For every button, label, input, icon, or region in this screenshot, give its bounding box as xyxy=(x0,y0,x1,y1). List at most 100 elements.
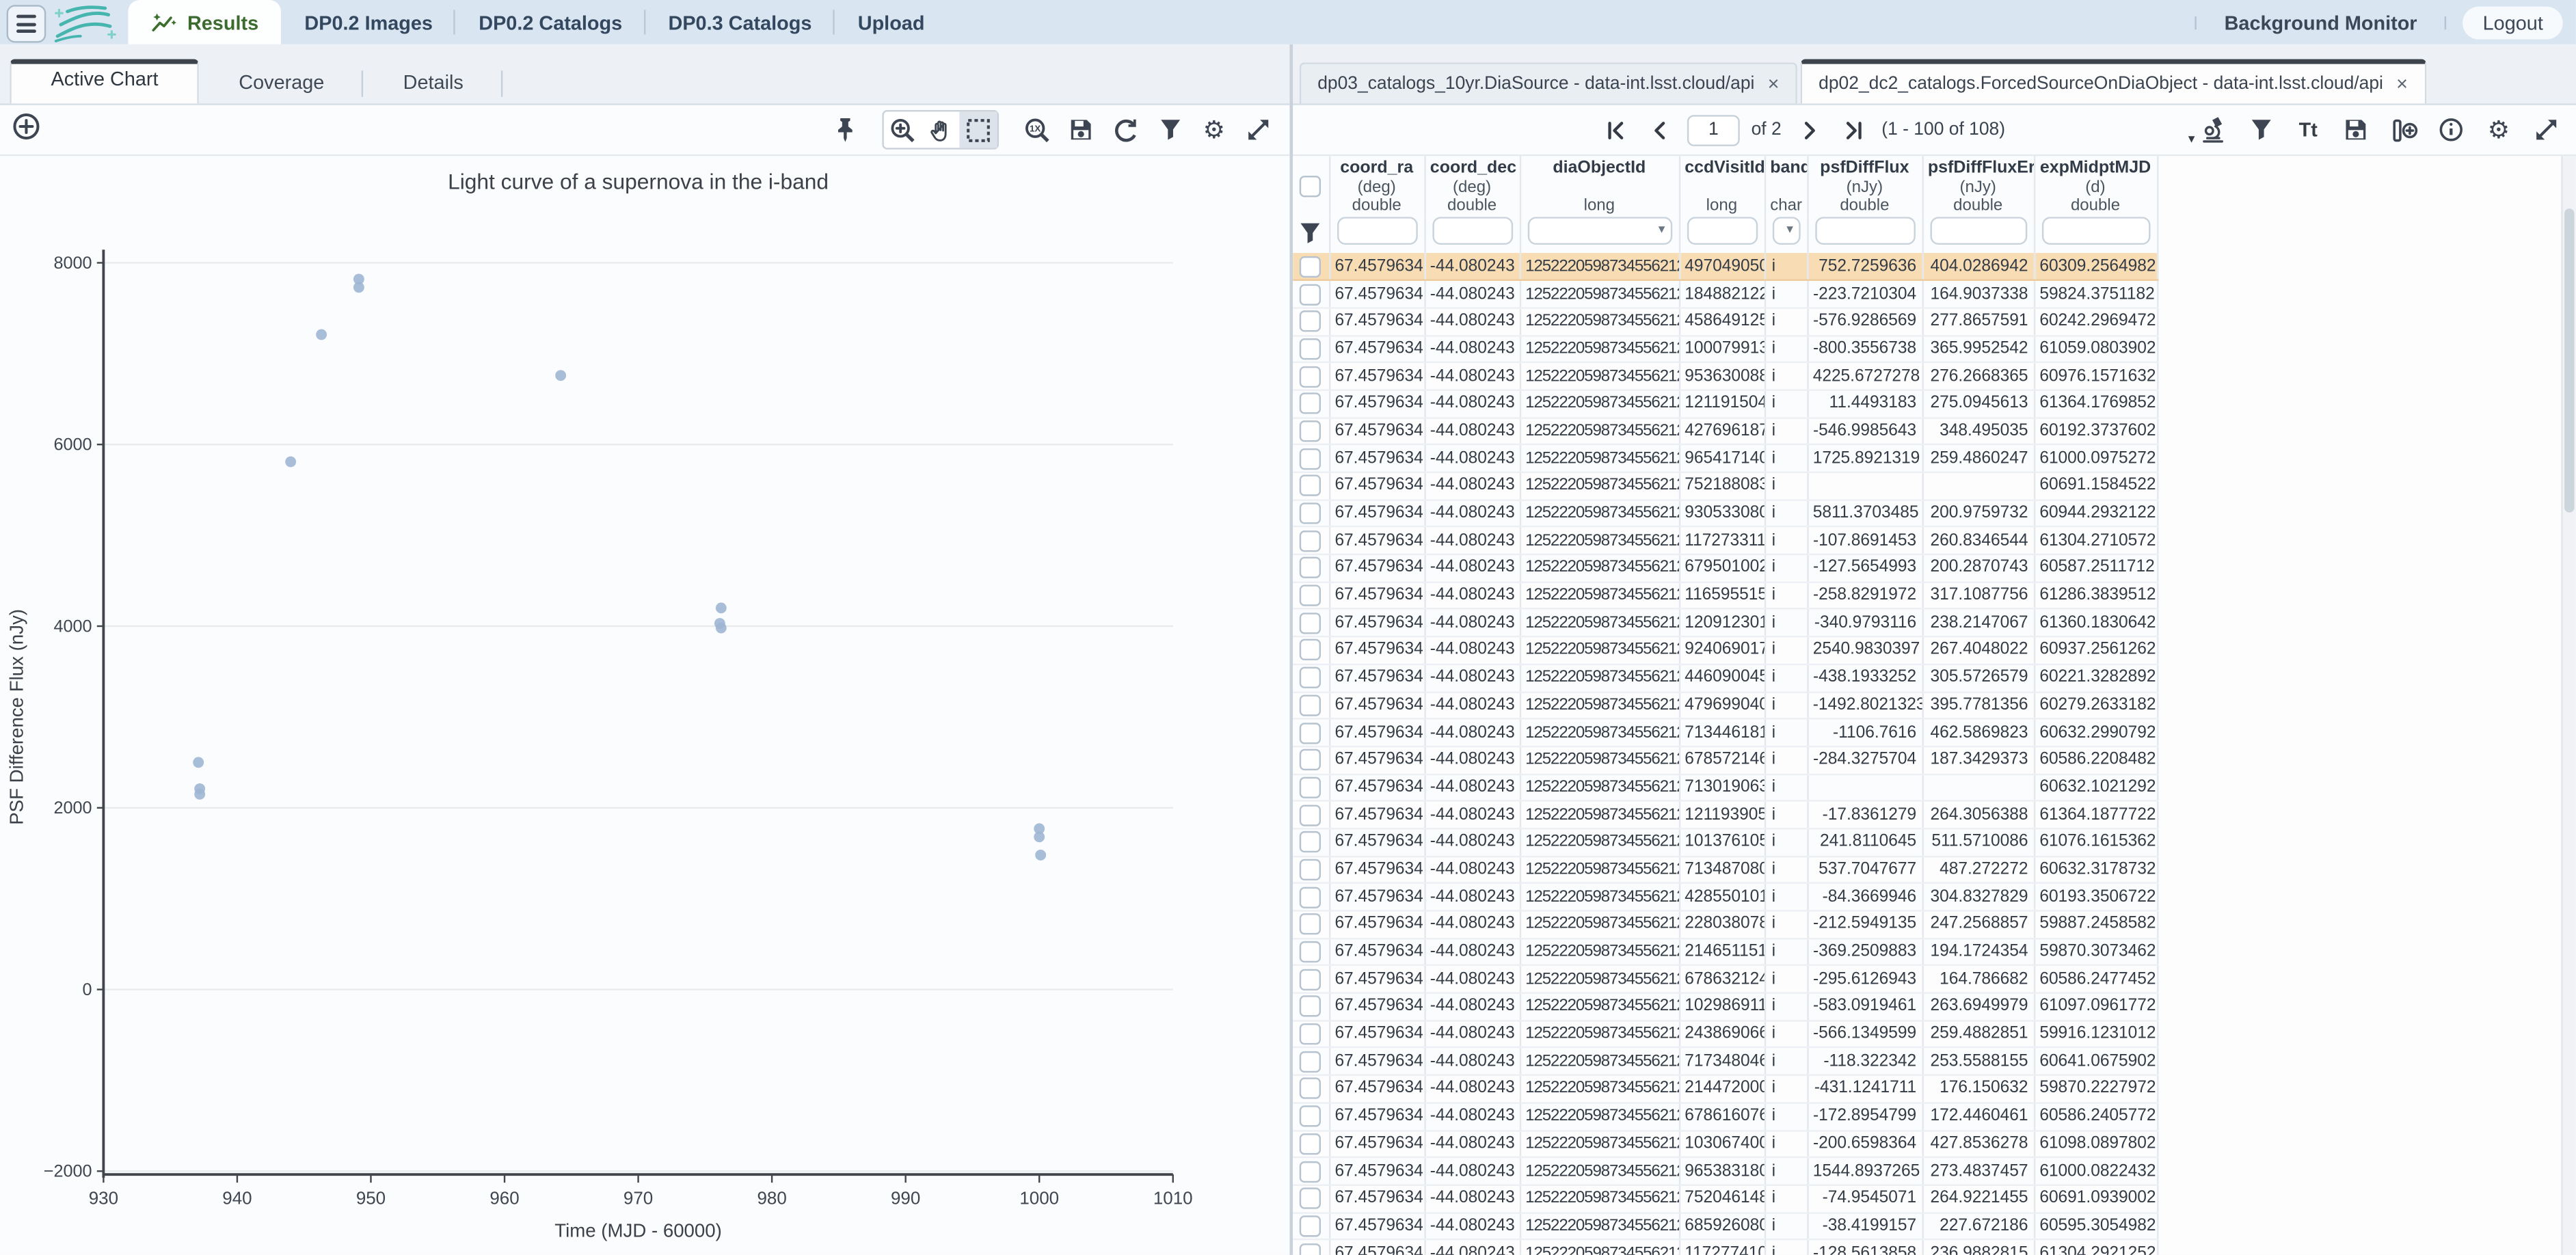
row-checkbox[interactable] xyxy=(1293,1157,1329,1185)
row-checkbox[interactable] xyxy=(1293,1130,1329,1157)
row-checkbox[interactable] xyxy=(1293,418,1329,445)
expand-button[interactable] xyxy=(2530,113,2563,146)
chevron-down-icon[interactable]: ▾ xyxy=(1786,221,1793,237)
nav-tab-dp0-2-catalogs[interactable]: DP0.2 Catalogs xyxy=(456,0,645,44)
add-chart-button[interactable] xyxy=(10,110,42,143)
filter-input-ccdVisitId[interactable] xyxy=(1687,217,1757,245)
scrollbar-thumb[interactable] xyxy=(2564,208,2574,513)
table-row[interactable]: 67.4579634-44.08024312522205987345562121… xyxy=(1293,1240,2157,1255)
filter-input-psfDiffFluxErr[interactable] xyxy=(1929,217,2026,245)
nav-tab-upload[interactable]: Upload xyxy=(835,0,948,44)
row-checkbox[interactable] xyxy=(1293,883,1329,910)
row-checkbox[interactable] xyxy=(1293,828,1329,856)
nav-tab-dp0-2-images[interactable]: DP0.2 Images xyxy=(282,0,456,44)
page-number-input[interactable] xyxy=(1687,114,1740,146)
column-header-coord_ra[interactable]: coord_ra(deg)double xyxy=(1329,156,1424,217)
row-checkbox[interactable] xyxy=(1293,335,1329,362)
row-checkbox[interactable] xyxy=(1293,472,1329,500)
column-header-psfDiffFlux[interactable]: psfDiffFlux(nJy)double xyxy=(1807,156,1922,217)
row-checkbox[interactable] xyxy=(1293,856,1329,883)
data-point[interactable] xyxy=(316,329,327,340)
row-checkbox[interactable] xyxy=(1293,582,1329,609)
table-row[interactable]: 67.4579634-44.08024312522205987345562121… xyxy=(1293,828,2157,856)
zoom-in-button[interactable] xyxy=(884,111,922,148)
column-header-diaObjectId[interactable]: diaObjectId long xyxy=(1520,156,1679,217)
table-row[interactable]: 67.4579634-44.08024312522205987345562127… xyxy=(1293,774,2157,801)
info-button[interactable] xyxy=(2434,113,2467,146)
hamburger-icon[interactable] xyxy=(7,5,46,42)
table-row[interactable]: 67.4579634-44.08024312522205987345562121… xyxy=(1293,280,2157,308)
row-checkbox[interactable] xyxy=(1293,1021,1329,1048)
data-point[interactable] xyxy=(285,457,296,468)
table-row[interactable]: 67.4579634-44.08024312522205987345562121… xyxy=(1293,609,2157,636)
save-button[interactable] xyxy=(1064,113,1097,146)
row-checkbox[interactable] xyxy=(1293,801,1329,828)
table-row[interactable]: 67.4579634-44.08024312522205987345562129… xyxy=(1293,1157,2157,1185)
background-monitor-button[interactable]: Background Monitor xyxy=(2195,11,2446,34)
settings-gear-button[interactable]: ⚙ xyxy=(1198,113,1231,146)
table-row[interactable]: 67.4579634-44.08024312522205987345562124… xyxy=(1293,253,2157,280)
row-checkbox[interactable] xyxy=(1293,692,1329,719)
chevron-down-icon[interactable]: ▾ xyxy=(1659,221,1665,237)
settings-gear-button[interactable]: ⚙ xyxy=(2482,113,2515,146)
filter-input-diaObjectId[interactable]: ▾ xyxy=(1527,217,1672,245)
filter-button[interactable] xyxy=(2244,113,2277,146)
row-checkbox[interactable] xyxy=(1293,527,1329,554)
select-area-button[interactable] xyxy=(959,111,997,148)
row-checkbox[interactable] xyxy=(1293,1213,1329,1240)
table-vertical-scrollbar[interactable] xyxy=(2561,156,2576,1255)
nav-tab-results[interactable]: Results xyxy=(128,0,281,44)
filter-button[interactable] xyxy=(1153,113,1186,146)
row-checkbox[interactable] xyxy=(1293,1075,1329,1103)
table-row[interactable]: 67.4579634-44.08024312522205987345562124… xyxy=(1293,883,2157,910)
row-checkbox[interactable] xyxy=(1293,1103,1329,1130)
column-header-ccdVisitId[interactable]: ccdVisitId long xyxy=(1679,156,1765,217)
tab-coverage[interactable]: Coverage xyxy=(200,64,364,104)
prev-page-button[interactable] xyxy=(1643,113,1676,146)
filter-input-psfDiffFlux[interactable] xyxy=(1814,217,1915,245)
inspect-dropdown-button[interactable]: ▾ xyxy=(2197,113,2229,146)
pin-button[interactable] xyxy=(828,113,861,146)
table-row[interactable]: 67.4579634-44.08024312522205987345562129… xyxy=(1293,445,2157,472)
table-row[interactable]: 67.4579634-44.08024312522205987345562127… xyxy=(1293,1048,2157,1075)
last-page-button[interactable] xyxy=(1837,113,1870,146)
text-view-button[interactable]: Tt xyxy=(2292,113,2324,146)
row-checkbox[interactable] xyxy=(1293,609,1329,636)
row-checkbox[interactable] xyxy=(1293,939,1329,966)
row-checkbox[interactable] xyxy=(1293,554,1329,582)
column-header-expMidptMJD[interactable]: expMidptMJD(d)double xyxy=(2034,156,2157,217)
filter-input-expMidptMJD[interactable] xyxy=(2041,217,2150,245)
table-row[interactable]: 67.4579634-44.08024312522205987345562122… xyxy=(1293,910,2157,938)
table-row[interactable]: 67.4579634-44.08024312522205987345562129… xyxy=(1293,362,2157,390)
table-tab-2[interactable]: dp02_dc2_catalogs.ForcedSourceOnDiaObjec… xyxy=(1801,59,2426,104)
column-header-band[interactable]: band char xyxy=(1765,156,1807,217)
table-row[interactable]: 67.4579634-44.08024312522205987345562126… xyxy=(1293,966,2157,993)
data-point[interactable] xyxy=(193,757,204,768)
row-checkbox[interactable] xyxy=(1293,664,1329,692)
first-page-button[interactable] xyxy=(1598,113,1631,146)
table-row[interactable]: 67.4579634-44.08024312522205987345562122… xyxy=(1293,1075,2157,1103)
row-checkbox[interactable] xyxy=(1293,390,1329,418)
close-icon[interactable]: × xyxy=(1768,66,1780,102)
data-point[interactable] xyxy=(1035,850,1046,861)
data-point[interactable] xyxy=(353,282,364,293)
restore-button[interactable] xyxy=(1109,113,1142,146)
table-row[interactable]: 67.4579634-44.08024312522205987345562121… xyxy=(1293,801,2157,828)
table-row[interactable]: 67.4579634-44.08024312522205987345562124… xyxy=(1293,308,2157,335)
table-tab-1[interactable]: dp03_catalogs_10yr.DiaSource - data-int.… xyxy=(1300,62,1797,103)
table-row[interactable]: 67.4579634-44.08024312522205987345562124… xyxy=(1293,692,2157,719)
row-checkbox[interactable] xyxy=(1293,746,1329,774)
table-row[interactable]: 67.4579634-44.08024312522205987345562127… xyxy=(1293,472,2157,500)
expand-button[interactable] xyxy=(1242,113,1275,146)
logout-button[interactable]: Logout xyxy=(2463,5,2563,38)
data-point[interactable] xyxy=(716,623,727,634)
table-row[interactable]: 67.4579634-44.08024312522205987345562129… xyxy=(1293,500,2157,527)
row-checkbox[interactable] xyxy=(1293,253,1329,280)
table-row[interactable]: 67.4579634-44.08024312522205987345562121… xyxy=(1293,390,2157,418)
pan-hand-button[interactable] xyxy=(922,111,959,148)
column-header-coord_dec[interactable]: coord_dec(deg)double xyxy=(1424,156,1519,217)
tab-details[interactable]: Details xyxy=(364,64,503,104)
column-header-psfDiffFluxErr[interactable]: psfDiffFluxErr(nJy)double xyxy=(1922,156,2034,217)
table-row[interactable]: 67.4579634-44.08024312522205987345562126… xyxy=(1293,554,2157,582)
table-row[interactable]: 67.4579634-44.08024312522205987345562124… xyxy=(1293,664,2157,692)
